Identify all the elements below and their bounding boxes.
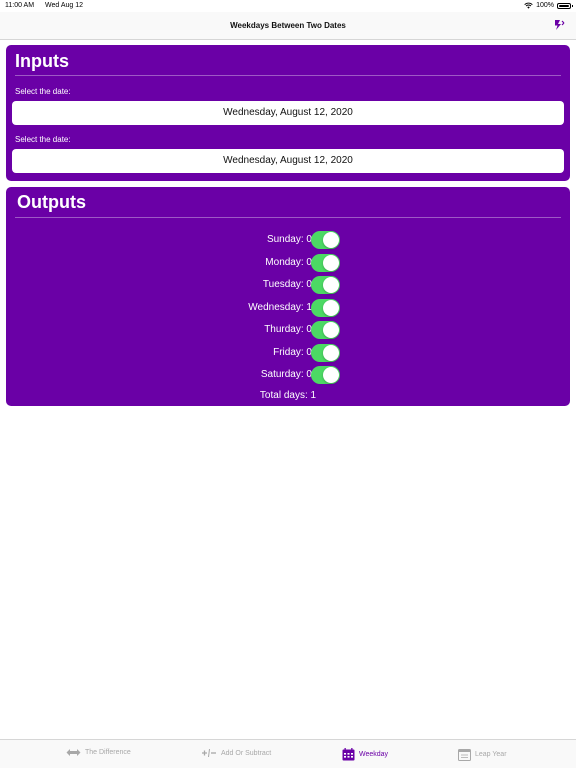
- status-bar: 11:00 AM Wed Aug 12 100%: [0, 0, 576, 12]
- battery-percent: 100%: [536, 2, 554, 9]
- swap-icon[interactable]: [552, 18, 566, 32]
- toggle-knob: [323, 322, 339, 338]
- day-label-tuesday: Tuesday: 0: [262, 279, 312, 290]
- day-row-tuesday: Tuesday: 0: [6, 276, 570, 294]
- toggle-knob: [323, 299, 339, 316]
- tab-bar: The Difference Add Or Subtract Weekday L…: [0, 739, 576, 768]
- toggle-friday[interactable]: [311, 343, 340, 362]
- toggle-thursday[interactable]: [311, 321, 340, 339]
- day-row-monday: Monday: 0: [6, 253, 570, 272]
- status-left: 11:00 AM Wed Aug 12: [5, 2, 92, 9]
- day-row-saturday: Saturday: 0: [6, 366, 570, 384]
- status-time: 11:00 AM: [5, 2, 35, 9]
- total-days: Total days: 1: [259, 390, 317, 401]
- day-label-monday: Monday: 0: [265, 256, 312, 268]
- status-right: 100%: [524, 2, 573, 9]
- start-date-label: Select the date:: [15, 87, 71, 96]
- toggle-knob: [323, 367, 339, 383]
- start-date-picker[interactable]: Wednesday, August 12, 2020: [12, 101, 564, 125]
- status-date: Wed Aug 12: [45, 2, 84, 9]
- nav-bar: Weekdays Between Two Dates: [0, 12, 576, 40]
- outputs-title: Outputs: [17, 192, 86, 212]
- tab-label: Weekday: [359, 751, 389, 758]
- toggle-wednesday[interactable]: [311, 298, 340, 317]
- page-title: Weekdays Between Two Dates: [230, 21, 346, 30]
- tab-label: The Difference: [85, 749, 131, 756]
- toggle-sunday[interactable]: [311, 231, 340, 249]
- calendar-icon: [458, 749, 471, 761]
- toggle-tuesday[interactable]: [311, 276, 340, 294]
- day-row-wednesday: Wednesday: 1: [6, 298, 570, 317]
- toggle-knob: [323, 232, 339, 248]
- day-row-thursday: Thurday: 0: [6, 321, 570, 339]
- toggle-knob: [323, 344, 339, 361]
- end-date-picker[interactable]: Wednesday, August 12, 2020: [12, 149, 564, 173]
- double-arrow-icon: [66, 749, 81, 756]
- inputs-title: Inputs: [15, 51, 69, 71]
- battery-icon: [557, 2, 573, 9]
- tab-the-difference[interactable]: The Difference: [66, 748, 131, 757]
- wifi-icon: [524, 2, 533, 9]
- day-label-saturday: Saturday: 0: [260, 369, 312, 380]
- toggle-knob: [323, 254, 339, 271]
- calendar-grid-icon: [342, 748, 355, 761]
- toggle-monday[interactable]: [311, 253, 340, 272]
- inputs-divider: [15, 75, 561, 76]
- day-label-friday: Friday: 0: [273, 346, 312, 358]
- day-label-thursday: Thurday: 0: [264, 324, 312, 335]
- tab-label: Leap Year: [475, 751, 507, 758]
- tab-weekday[interactable]: Weekday: [342, 748, 388, 761]
- tab-leap-year[interactable]: Leap Year: [458, 748, 507, 761]
- inputs-card: Inputs Select the date: Wednesday, Augus…: [6, 45, 570, 181]
- end-date-label: Select the date:: [15, 135, 71, 144]
- day-row-sunday: Sunday: 0: [6, 231, 570, 249]
- day-label-wednesday: Wednesday: 1: [248, 301, 312, 313]
- tab-add-or-subtract[interactable]: Add Or Subtract: [201, 748, 271, 758]
- toggle-saturday[interactable]: [311, 366, 340, 384]
- tab-label: Add Or Subtract: [221, 749, 272, 757]
- day-label-sunday: Sunday: 0: [266, 234, 312, 245]
- outputs-divider: [15, 217, 561, 218]
- outputs-card: Outputs Sunday: 0 Monday: 0 Tuesday: 0 W…: [6, 187, 570, 406]
- day-row-friday: Friday: 0: [6, 343, 570, 362]
- plus-minus-icon: [202, 748, 216, 758]
- toggle-knob: [323, 277, 339, 293]
